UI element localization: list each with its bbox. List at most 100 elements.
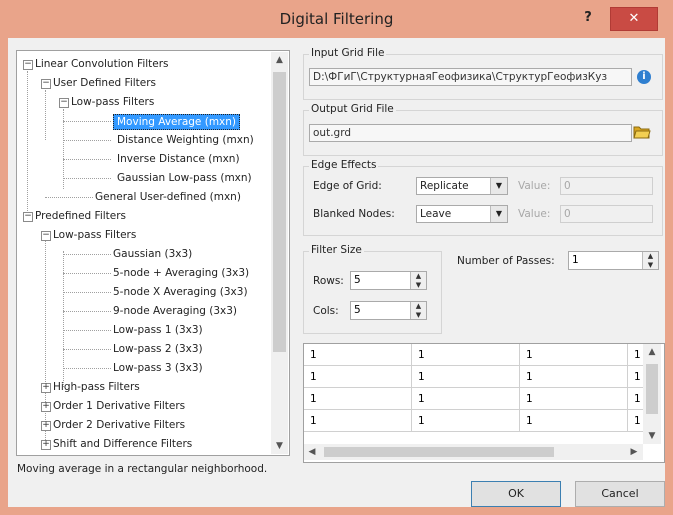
cols-label: Cols: bbox=[313, 305, 339, 317]
expand-icon[interactable]: + bbox=[41, 440, 51, 450]
tree-item-moving-average[interactable]: Moving Average (mxn) bbox=[113, 114, 241, 130]
collapse-icon[interactable]: − bbox=[41, 231, 51, 241]
stepper-arrows-icon[interactable]: ▲ ▼ bbox=[410, 302, 426, 319]
info-icon[interactable]: i bbox=[637, 70, 651, 84]
filter-tree[interactable]: − Linear Convolution Filters − User Defi… bbox=[16, 50, 290, 456]
blanked-nodes-select[interactable]: Leave ▼ bbox=[416, 205, 508, 223]
tree-connector bbox=[63, 254, 111, 255]
grid-cell[interactable]: 1 bbox=[304, 366, 412, 388]
tree-connector bbox=[63, 292, 111, 293]
input-grid-field[interactable]: D:\ФГиГ\СтруктурнаяГеофизика\СтруктурГео… bbox=[309, 68, 632, 86]
title-bar[interactable]: Digital Filtering ? ✕ bbox=[0, 0, 673, 38]
grid-vertical-scrollbar[interactable]: ▲ ▼ bbox=[643, 344, 661, 444]
folder-open-icon[interactable] bbox=[633, 125, 651, 139]
tree-item-low-pass[interactable]: Low-pass Filters bbox=[71, 95, 154, 109]
grid-cell[interactable]: 1 bbox=[412, 410, 520, 432]
value-label: Value: bbox=[518, 180, 551, 192]
blanked-nodes-label: Blanked Nodes: bbox=[313, 208, 395, 220]
tree-connector bbox=[63, 311, 111, 312]
collapse-icon[interactable]: − bbox=[59, 98, 69, 108]
collapse-icon[interactable]: − bbox=[41, 79, 51, 89]
tree-item-general-user-defined[interactable]: General User-defined (mxn) bbox=[95, 190, 241, 204]
scroll-down-icon[interactable]: ▼ bbox=[643, 428, 661, 444]
passes-stepper[interactable]: 1 ▲ ▼ bbox=[568, 251, 659, 270]
scroll-thumb[interactable] bbox=[324, 447, 554, 457]
chevron-down-icon[interactable]: ▼ bbox=[490, 178, 507, 194]
rows-stepper[interactable]: 5 ▲ ▼ bbox=[350, 271, 427, 290]
tree-item-linear-convolution[interactable]: Linear Convolution Filters bbox=[35, 57, 169, 71]
grid-cell[interactable]: 1 bbox=[304, 344, 412, 366]
grid-horizontal-scrollbar[interactable]: ◀ ▶ bbox=[304, 444, 643, 460]
tree-item-inverse-distance[interactable]: Inverse Distance (mxn) bbox=[117, 152, 240, 166]
grid-cell[interactable]: 1 bbox=[520, 410, 628, 432]
tree-connector bbox=[45, 232, 46, 444]
tree-item-low-pass-1[interactable]: Low-pass 1 (3x3) bbox=[113, 323, 203, 337]
tree-item-high-pass[interactable]: High-pass Filters bbox=[53, 380, 140, 394]
grid-cell[interactable]: 1 bbox=[412, 388, 520, 410]
collapse-icon[interactable]: − bbox=[23, 212, 33, 222]
tree-connector bbox=[63, 121, 111, 122]
expand-icon[interactable]: + bbox=[41, 402, 51, 412]
tree-item-predef-low-pass[interactable]: Low-pass Filters bbox=[53, 228, 136, 242]
tree-connector bbox=[45, 197, 93, 198]
scroll-left-icon[interactable]: ◀ bbox=[304, 444, 320, 460]
grid-cell[interactable]: 1 bbox=[412, 344, 520, 366]
edge-of-grid-value: Replicate bbox=[420, 180, 469, 192]
scroll-up-icon[interactable]: ▲ bbox=[271, 52, 288, 68]
tree-connector bbox=[27, 71, 28, 217]
dialog-window: Digital Filtering ? ✕ − Linear Convoluti… bbox=[0, 0, 673, 515]
stepper-arrows-icon[interactable]: ▲ ▼ bbox=[642, 252, 658, 269]
tree-scrollbar[interactable]: ▲ ▼ bbox=[271, 52, 288, 454]
close-button[interactable]: ✕ bbox=[610, 7, 658, 31]
tree-item-shift-difference[interactable]: Shift and Difference Filters bbox=[53, 437, 192, 451]
blanked-value-field[interactable]: 0 bbox=[560, 205, 653, 223]
tree-item-gaussian-3x3[interactable]: Gaussian (3x3) bbox=[113, 247, 192, 261]
tree-item-distance-weighting[interactable]: Distance Weighting (mxn) bbox=[117, 133, 254, 147]
grid-cell[interactable]: 1 bbox=[304, 388, 412, 410]
edge-of-grid-select[interactable]: Replicate ▼ bbox=[416, 177, 508, 195]
scroll-thumb[interactable] bbox=[646, 364, 658, 414]
tree-item-low-pass-3[interactable]: Low-pass 3 (3x3) bbox=[113, 361, 203, 375]
tree-connector bbox=[63, 178, 111, 179]
tree-connector bbox=[63, 330, 111, 331]
tree-item-5node-x[interactable]: 5-node X Averaging (3x3) bbox=[113, 285, 248, 299]
stepper-arrows-icon[interactable]: ▲ ▼ bbox=[410, 272, 426, 289]
scroll-thumb[interactable] bbox=[273, 72, 286, 352]
grid-cell[interactable]: 1 bbox=[304, 410, 412, 432]
output-grid-field[interactable]: out.grd bbox=[309, 124, 632, 142]
grid-cell[interactable]: 1 bbox=[520, 344, 628, 366]
cols-stepper[interactable]: 5 ▲ ▼ bbox=[350, 301, 427, 320]
collapse-icon[interactable]: − bbox=[23, 60, 33, 70]
tree-item-predefined[interactable]: Predefined Filters bbox=[35, 209, 126, 223]
tree-item-user-defined[interactable]: User Defined Filters bbox=[53, 76, 156, 90]
cols-value: 5 bbox=[354, 304, 361, 316]
help-button[interactable]: ? bbox=[575, 10, 601, 28]
filter-size-group bbox=[303, 251, 442, 334]
output-grid-label: Output Grid File bbox=[309, 103, 396, 115]
tree-item-order2[interactable]: Order 2 Derivative Filters bbox=[53, 418, 185, 432]
chevron-down-icon[interactable]: ▼ bbox=[490, 206, 507, 222]
tree-connector bbox=[63, 140, 111, 141]
ok-button[interactable]: OK bbox=[471, 481, 561, 507]
window-title: Digital Filtering bbox=[279, 10, 394, 28]
filter-size-label: Filter Size bbox=[309, 244, 364, 256]
grid-cell[interactable]: 1 bbox=[520, 388, 628, 410]
edge-effects-label: Edge Effects bbox=[309, 159, 379, 171]
cancel-button[interactable]: Cancel bbox=[575, 481, 665, 507]
expand-icon[interactable]: + bbox=[41, 383, 51, 393]
tree-item-low-pass-2[interactable]: Low-pass 2 (3x3) bbox=[113, 342, 203, 356]
tree-connector bbox=[63, 251, 64, 387]
edge-value-field[interactable]: 0 bbox=[560, 177, 653, 195]
grid-cell[interactable]: 1 bbox=[520, 366, 628, 388]
tree-item-9node[interactable]: 9-node Averaging (3x3) bbox=[113, 304, 237, 318]
expand-icon[interactable]: + bbox=[41, 421, 51, 431]
input-grid-label: Input Grid File bbox=[309, 47, 387, 59]
tree-item-gaussian-low-pass[interactable]: Gaussian Low-pass (mxn) bbox=[117, 171, 252, 185]
tree-item-order1[interactable]: Order 1 Derivative Filters bbox=[53, 399, 185, 413]
tree-item-5node-plus[interactable]: 5-node + Averaging (3x3) bbox=[113, 266, 249, 280]
scroll-right-icon[interactable]: ▶ bbox=[626, 444, 642, 460]
edge-of-grid-label: Edge of Grid: bbox=[313, 180, 382, 192]
grid-cell[interactable]: 1 bbox=[412, 366, 520, 388]
scroll-down-icon[interactable]: ▼ bbox=[271, 438, 288, 454]
scroll-up-icon[interactable]: ▲ bbox=[643, 344, 661, 360]
